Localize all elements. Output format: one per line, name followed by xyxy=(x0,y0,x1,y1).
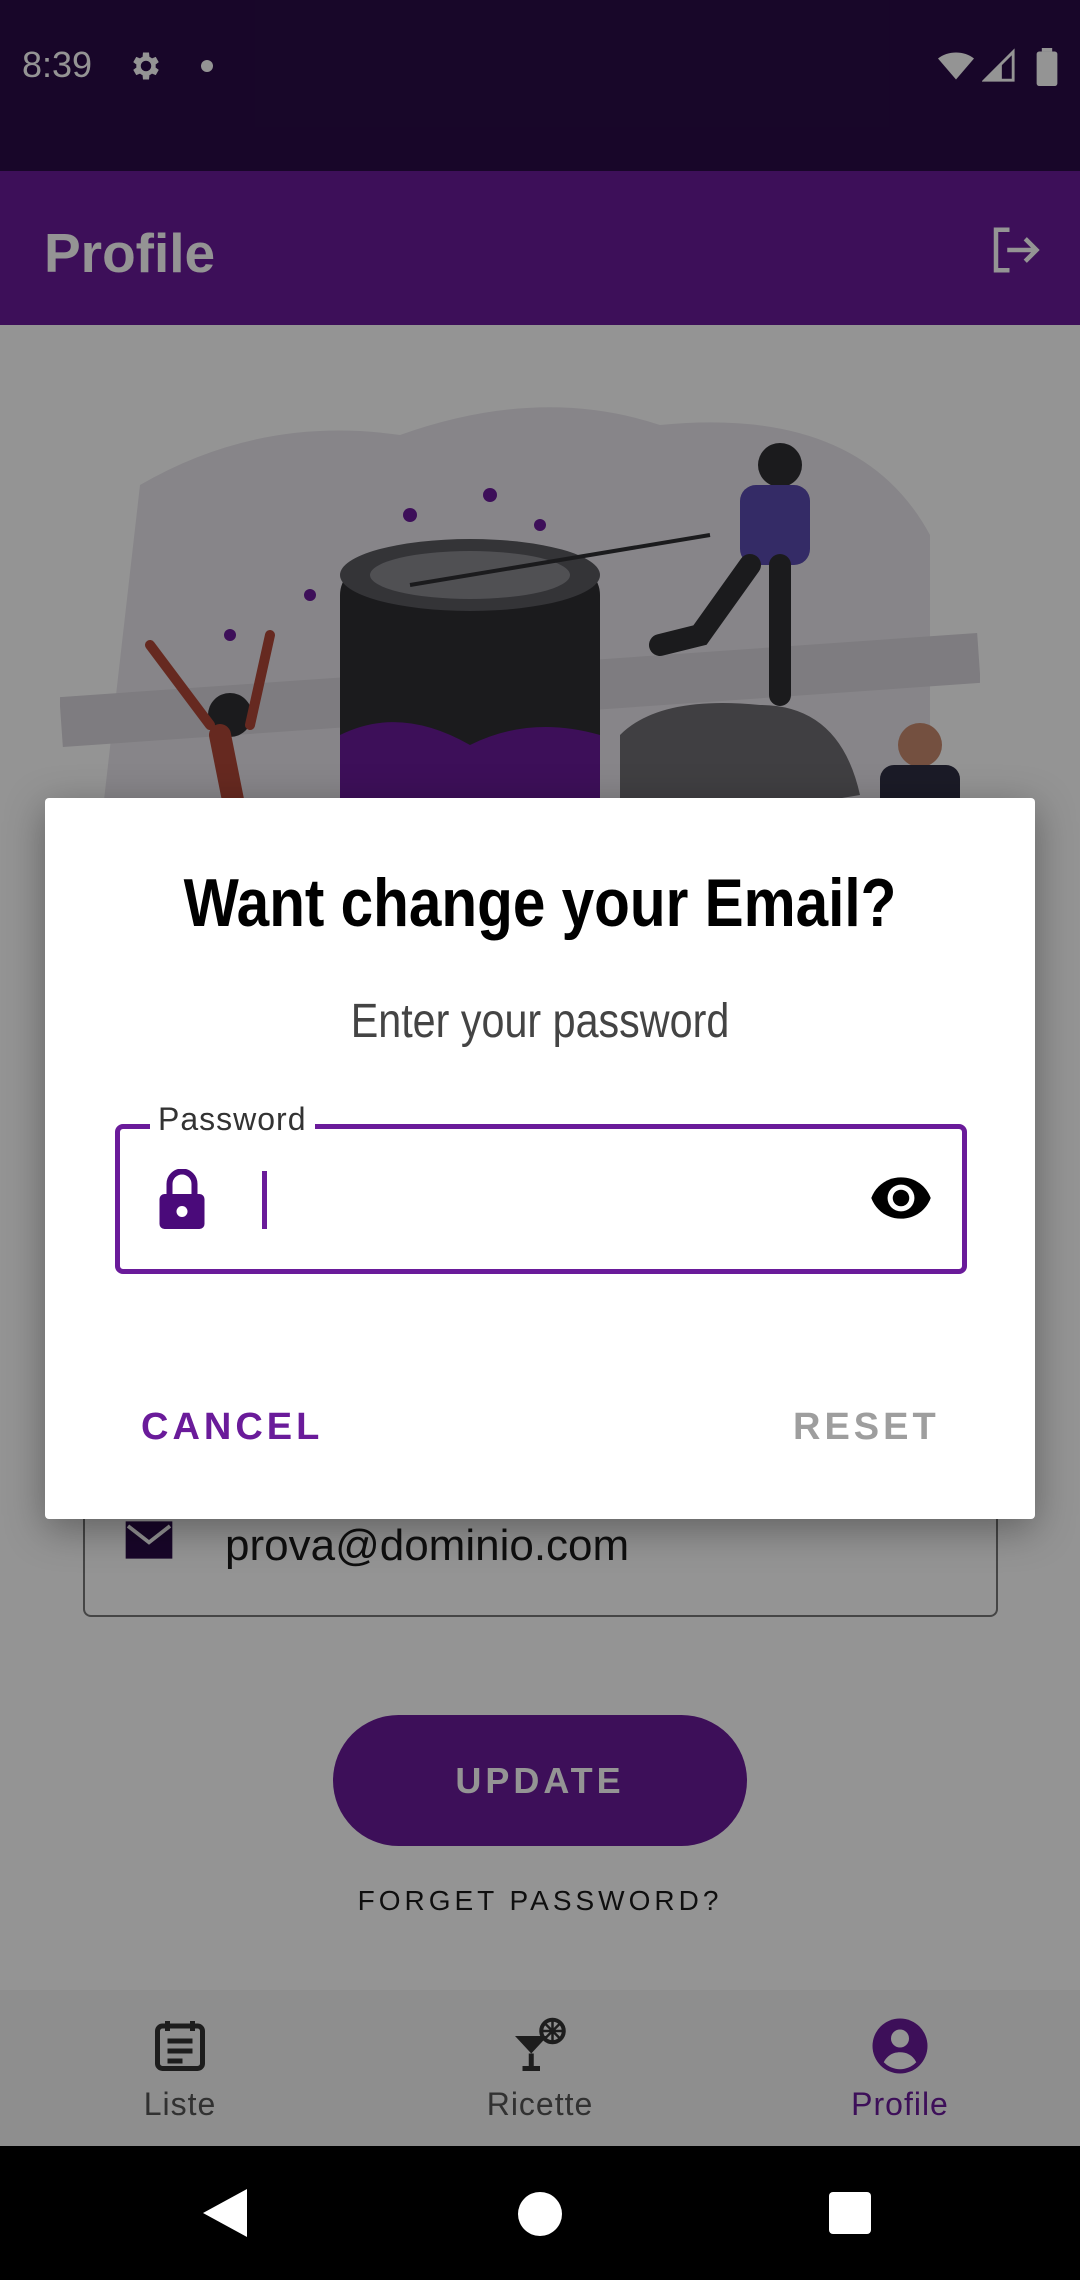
dialog-title: Want change your Email? xyxy=(183,865,897,941)
recents-icon[interactable] xyxy=(829,2192,871,2234)
back-icon[interactable] xyxy=(203,2189,247,2237)
lock-icon xyxy=(159,1169,205,1229)
text-cursor xyxy=(262,1171,267,1229)
password-label: Password xyxy=(150,1101,315,1138)
password-field[interactable]: Password xyxy=(115,1101,967,1274)
home-icon[interactable] xyxy=(518,2192,562,2236)
password-input[interactable] xyxy=(270,1169,830,1233)
eye-icon[interactable] xyxy=(870,1173,932,1223)
system-navigation-bar xyxy=(0,2146,1080,2280)
reset-button[interactable]: RESET xyxy=(793,1406,940,1449)
dialog-subtitle: Enter your password xyxy=(350,995,730,1048)
change-email-dialog: Want change your Email? Enter your passw… xyxy=(45,798,1035,1519)
cancel-button[interactable]: CANCEL xyxy=(141,1406,323,1449)
